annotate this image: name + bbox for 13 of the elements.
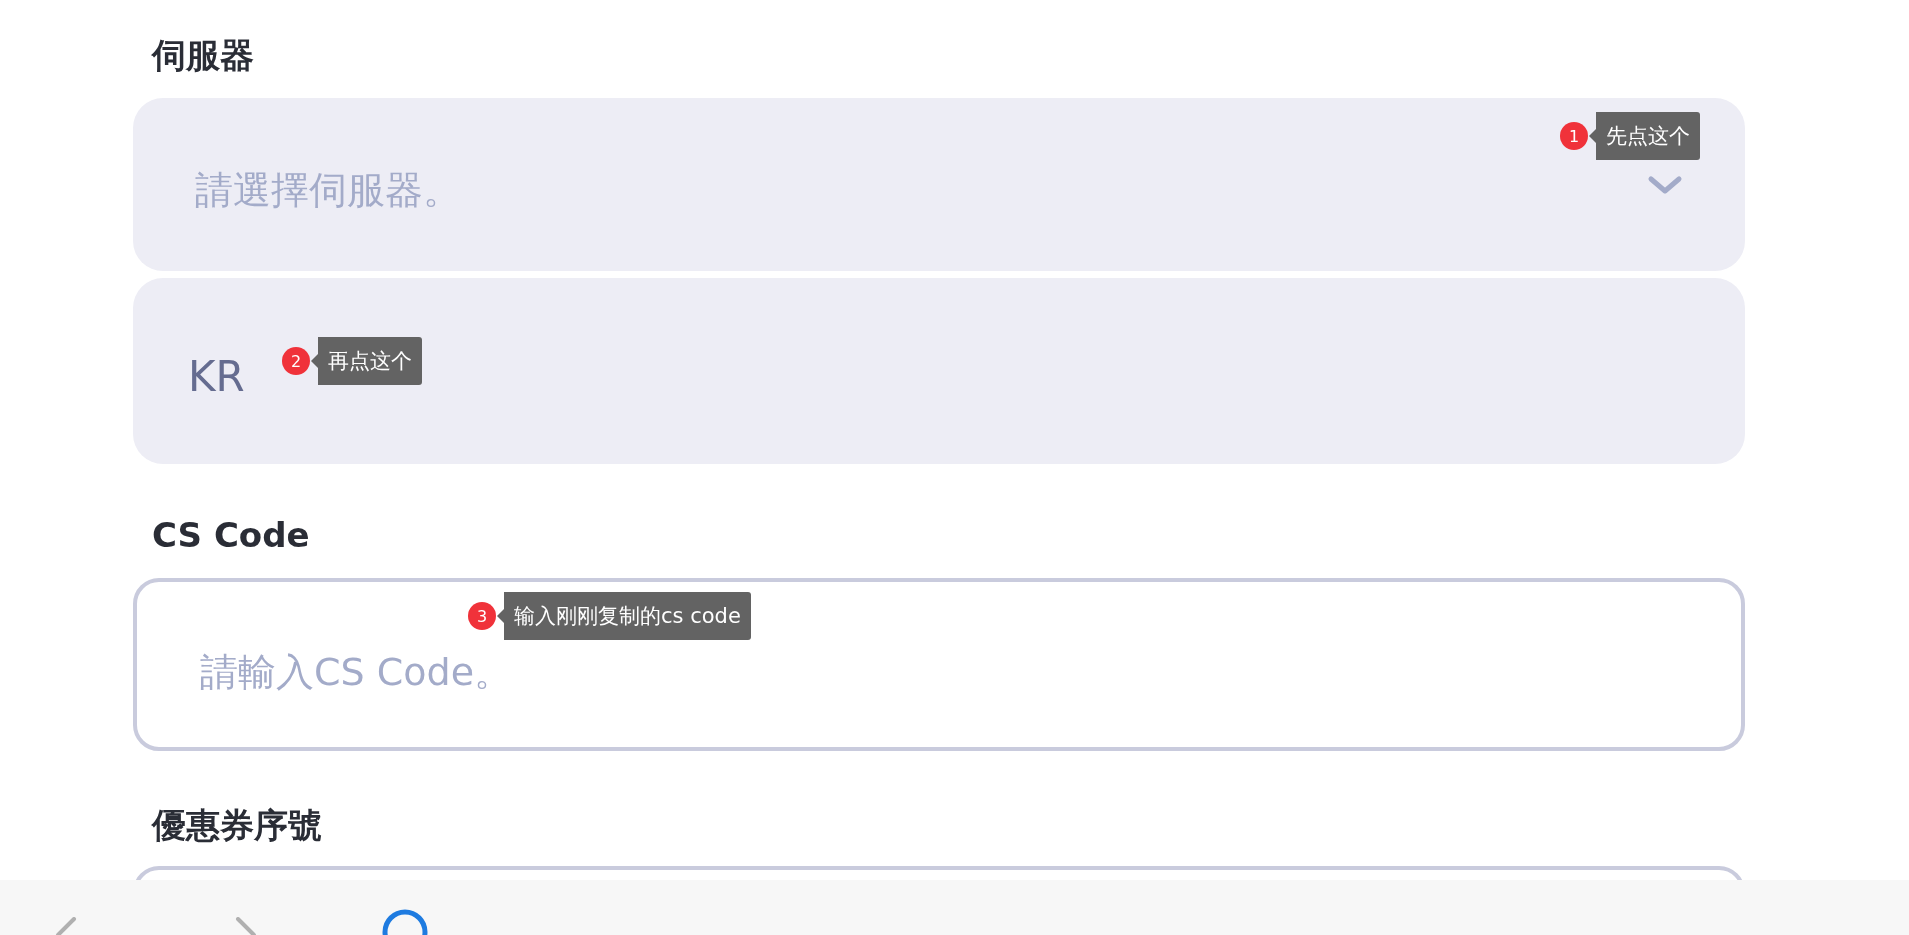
step-number: 2 [282,347,310,375]
field-label: 優惠券序號 [150,804,322,847]
server-select[interactable]: 請選擇伺服器。 1 先点这个 [133,98,1745,271]
hint-tooltip: 输入刚刚复制的cs code [497,592,751,640]
step-number: 1 [1560,122,1588,150]
chevron-down-icon [1647,174,1683,195]
hint-tooltip: 先点这个 [1589,112,1700,160]
hint-tooltip: 再点这个 [311,337,422,385]
field-label: CS Code [151,514,310,557]
field-label: 伺服器 [150,34,254,77]
select-placeholder: 請選擇伺服器。 [195,167,461,214]
option-text: KR [188,350,245,401]
server-option[interactable]: KR 2 再点这个 [133,278,1745,464]
